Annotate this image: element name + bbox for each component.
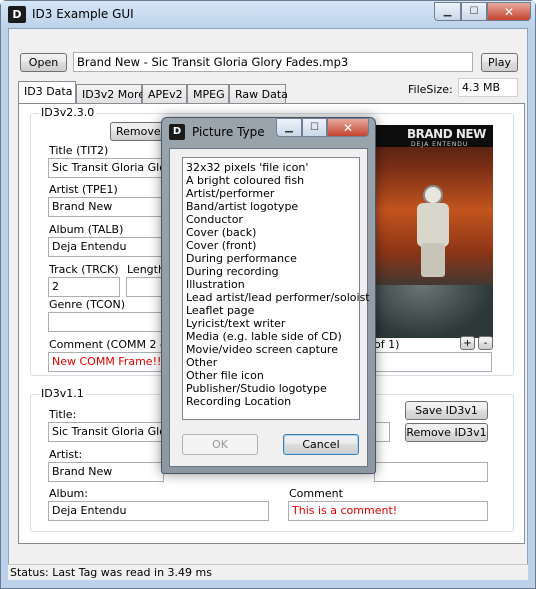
v1-comment-field[interactable]: This is a comment! bbox=[288, 501, 488, 521]
caption-buttons: ▁ ☐ ✕ bbox=[434, 2, 531, 21]
album-art-band-name: BRAND NEW bbox=[407, 127, 486, 141]
v2-track-label: Track (TRCK) bbox=[49, 263, 119, 276]
dialog-caption-buttons: ▁ ☐ ✕ bbox=[276, 118, 369, 137]
close-icon: ✕ bbox=[342, 120, 354, 135]
title-bar[interactable]: D ID3 Example GUI ▁ ☐ ✕ bbox=[1, 1, 535, 28]
tab-id3-data[interactable]: ID3 Data bbox=[18, 81, 76, 103]
v2-length-label: Length bbox=[127, 263, 165, 276]
list-item[interactable]: Movie/video screen capture bbox=[185, 343, 357, 356]
v1-comment-label: Comment bbox=[289, 487, 343, 500]
list-item[interactable]: Artist/performer bbox=[185, 187, 357, 200]
minimize-icon: ▁ bbox=[443, 6, 452, 17]
v1-title-field[interactable]: Sic Transit Gloria Glory bbox=[48, 422, 164, 442]
close-icon: ✕ bbox=[503, 4, 515, 19]
dialog-minimize-button[interactable]: ▁ bbox=[276, 118, 302, 137]
list-item[interactable]: Cover (back) bbox=[185, 226, 357, 239]
v2-album-field[interactable]: Deja Entendu bbox=[48, 237, 164, 257]
dialog-title: Picture Type bbox=[192, 125, 265, 139]
dialog-client-area: 32x32 pixels 'file icon' A bright colour… bbox=[169, 148, 370, 467]
v1-album-field[interactable]: Deja Entendu bbox=[48, 501, 269, 521]
astronaut-helmet bbox=[423, 185, 443, 205]
v2-album-label: Album (TALB) bbox=[49, 223, 124, 236]
album-art-album-name: DEJA ENTENDU bbox=[411, 141, 469, 148]
v2-title-label: Title (TIT2) bbox=[49, 144, 109, 157]
status-text: Status: Last Tag was read in 3.49 ms bbox=[10, 566, 212, 579]
list-item[interactable]: Media (e.g. lable side of CD) bbox=[185, 330, 357, 343]
play-button[interactable]: Play bbox=[481, 53, 518, 72]
list-item[interactable]: Leaflet page bbox=[185, 304, 357, 317]
remove-picture-button[interactable]: - bbox=[478, 336, 493, 350]
v2-artist-field[interactable]: Brand New bbox=[48, 197, 164, 217]
dialog-app-icon: D bbox=[169, 124, 185, 140]
window-title: ID3 Example GUI bbox=[32, 7, 134, 21]
v1-title-label: Title: bbox=[49, 408, 77, 421]
list-item[interactable]: During recording bbox=[185, 265, 357, 278]
save-id3v1-button[interactable]: Save ID3v1 bbox=[405, 401, 488, 420]
id3v2-group-title: ID3v2.3.0 bbox=[39, 106, 97, 119]
v1-album-label: Album: bbox=[49, 487, 88, 500]
v1-track-field[interactable] bbox=[374, 422, 390, 442]
v2-title-field[interactable]: Sic Transit Gloria Glory bbox=[48, 158, 164, 178]
v1-genre-field[interactable] bbox=[374, 462, 488, 482]
close-button[interactable]: ✕ bbox=[487, 2, 531, 21]
open-button[interactable]: Open bbox=[20, 53, 67, 72]
picture-counter: of 1) bbox=[374, 338, 400, 351]
filesize-label: FileSize: bbox=[408, 83, 453, 96]
tab-id3v2-more[interactable]: ID3v2 More bbox=[76, 84, 145, 104]
list-item[interactable]: A bright coloured fish bbox=[185, 174, 357, 187]
id3v1-group-title: ID3v1.1 bbox=[39, 387, 86, 400]
minimize-icon: ▁ bbox=[285, 122, 293, 133]
tab-mpeg[interactable]: MPEG bbox=[187, 84, 229, 104]
dialog-close-button[interactable]: ✕ bbox=[327, 118, 369, 137]
v2-genre-field[interactable] bbox=[48, 312, 164, 332]
list-item[interactable]: Lead artist/lead performer/soloist bbox=[185, 291, 370, 304]
cancel-button[interactable]: Cancel bbox=[283, 434, 359, 455]
tab-strip: ID3 Data ID3v2 More APEv2 MPEG Raw Data bbox=[18, 81, 318, 105]
minimize-button[interactable]: ▁ bbox=[434, 2, 461, 21]
picture-type-dialog: D Picture Type ▁ ☐ ✕ 32x32 pixels 'file … bbox=[161, 117, 376, 474]
maximize-icon: ☐ bbox=[310, 122, 319, 133]
v1-artist-label: Artist: bbox=[49, 448, 83, 461]
list-item[interactable]: Conductor bbox=[185, 213, 357, 226]
v2-comment-field[interactable]: New COMM Frame!! bbox=[48, 352, 164, 372]
main-window: D ID3 Example GUI ▁ ☐ ✕ Open Brand New -… bbox=[0, 0, 536, 589]
v1-artist-field[interactable]: Brand New bbox=[48, 462, 164, 482]
remove-id3v1-button[interactable]: Remove ID3v1 bbox=[405, 423, 488, 442]
list-item[interactable]: Recording Location bbox=[185, 395, 357, 408]
maximize-button[interactable]: ☐ bbox=[461, 2, 487, 21]
v2-genre-label: Genre (TCON) bbox=[49, 298, 126, 311]
astronaut-legs bbox=[421, 243, 445, 277]
list-item[interactable]: 32x32 pixels 'file icon' bbox=[185, 161, 357, 174]
list-item[interactable]: Publisher/Studio logotype bbox=[185, 382, 357, 395]
v2-artist-label: Artist (TPE1) bbox=[49, 183, 118, 196]
list-item[interactable]: Other bbox=[185, 356, 357, 369]
status-bar: Status: Last Tag was read in 3.49 ms bbox=[8, 564, 528, 580]
list-item[interactable]: Cover (front) bbox=[185, 239, 357, 252]
list-item[interactable]: During performance bbox=[185, 252, 357, 265]
tab-raw-data[interactable]: Raw Data bbox=[229, 84, 288, 104]
list-item[interactable]: Band/artist logotype bbox=[185, 200, 357, 213]
filesize-value: 4.3 MB bbox=[458, 78, 518, 97]
list-item[interactable]: Lyricist/text writer bbox=[185, 317, 357, 330]
maximize-icon: ☐ bbox=[469, 6, 479, 17]
v2-length-field[interactable] bbox=[126, 277, 164, 297]
add-picture-button[interactable]: + bbox=[460, 336, 475, 350]
astronaut-body bbox=[417, 203, 449, 247]
v2-track-field[interactable]: 2 bbox=[48, 277, 120, 297]
tab-apev2[interactable]: APEv2 bbox=[142, 84, 187, 104]
list-item[interactable]: Other file icon bbox=[185, 369, 357, 382]
file-path-field[interactable]: Brand New - Sic Transit Gloria Glory Fad… bbox=[73, 52, 473, 72]
app-icon: D bbox=[8, 6, 26, 23]
picture-type-list[interactable]: 32x32 pixels 'file icon' A bright colour… bbox=[182, 157, 370, 420]
ok-button[interactable]: OK bbox=[182, 434, 258, 455]
picture-description-field[interactable] bbox=[374, 352, 492, 372]
list-item[interactable]: Illustration bbox=[185, 278, 357, 291]
dialog-maximize-button[interactable]: ☐ bbox=[302, 118, 327, 137]
